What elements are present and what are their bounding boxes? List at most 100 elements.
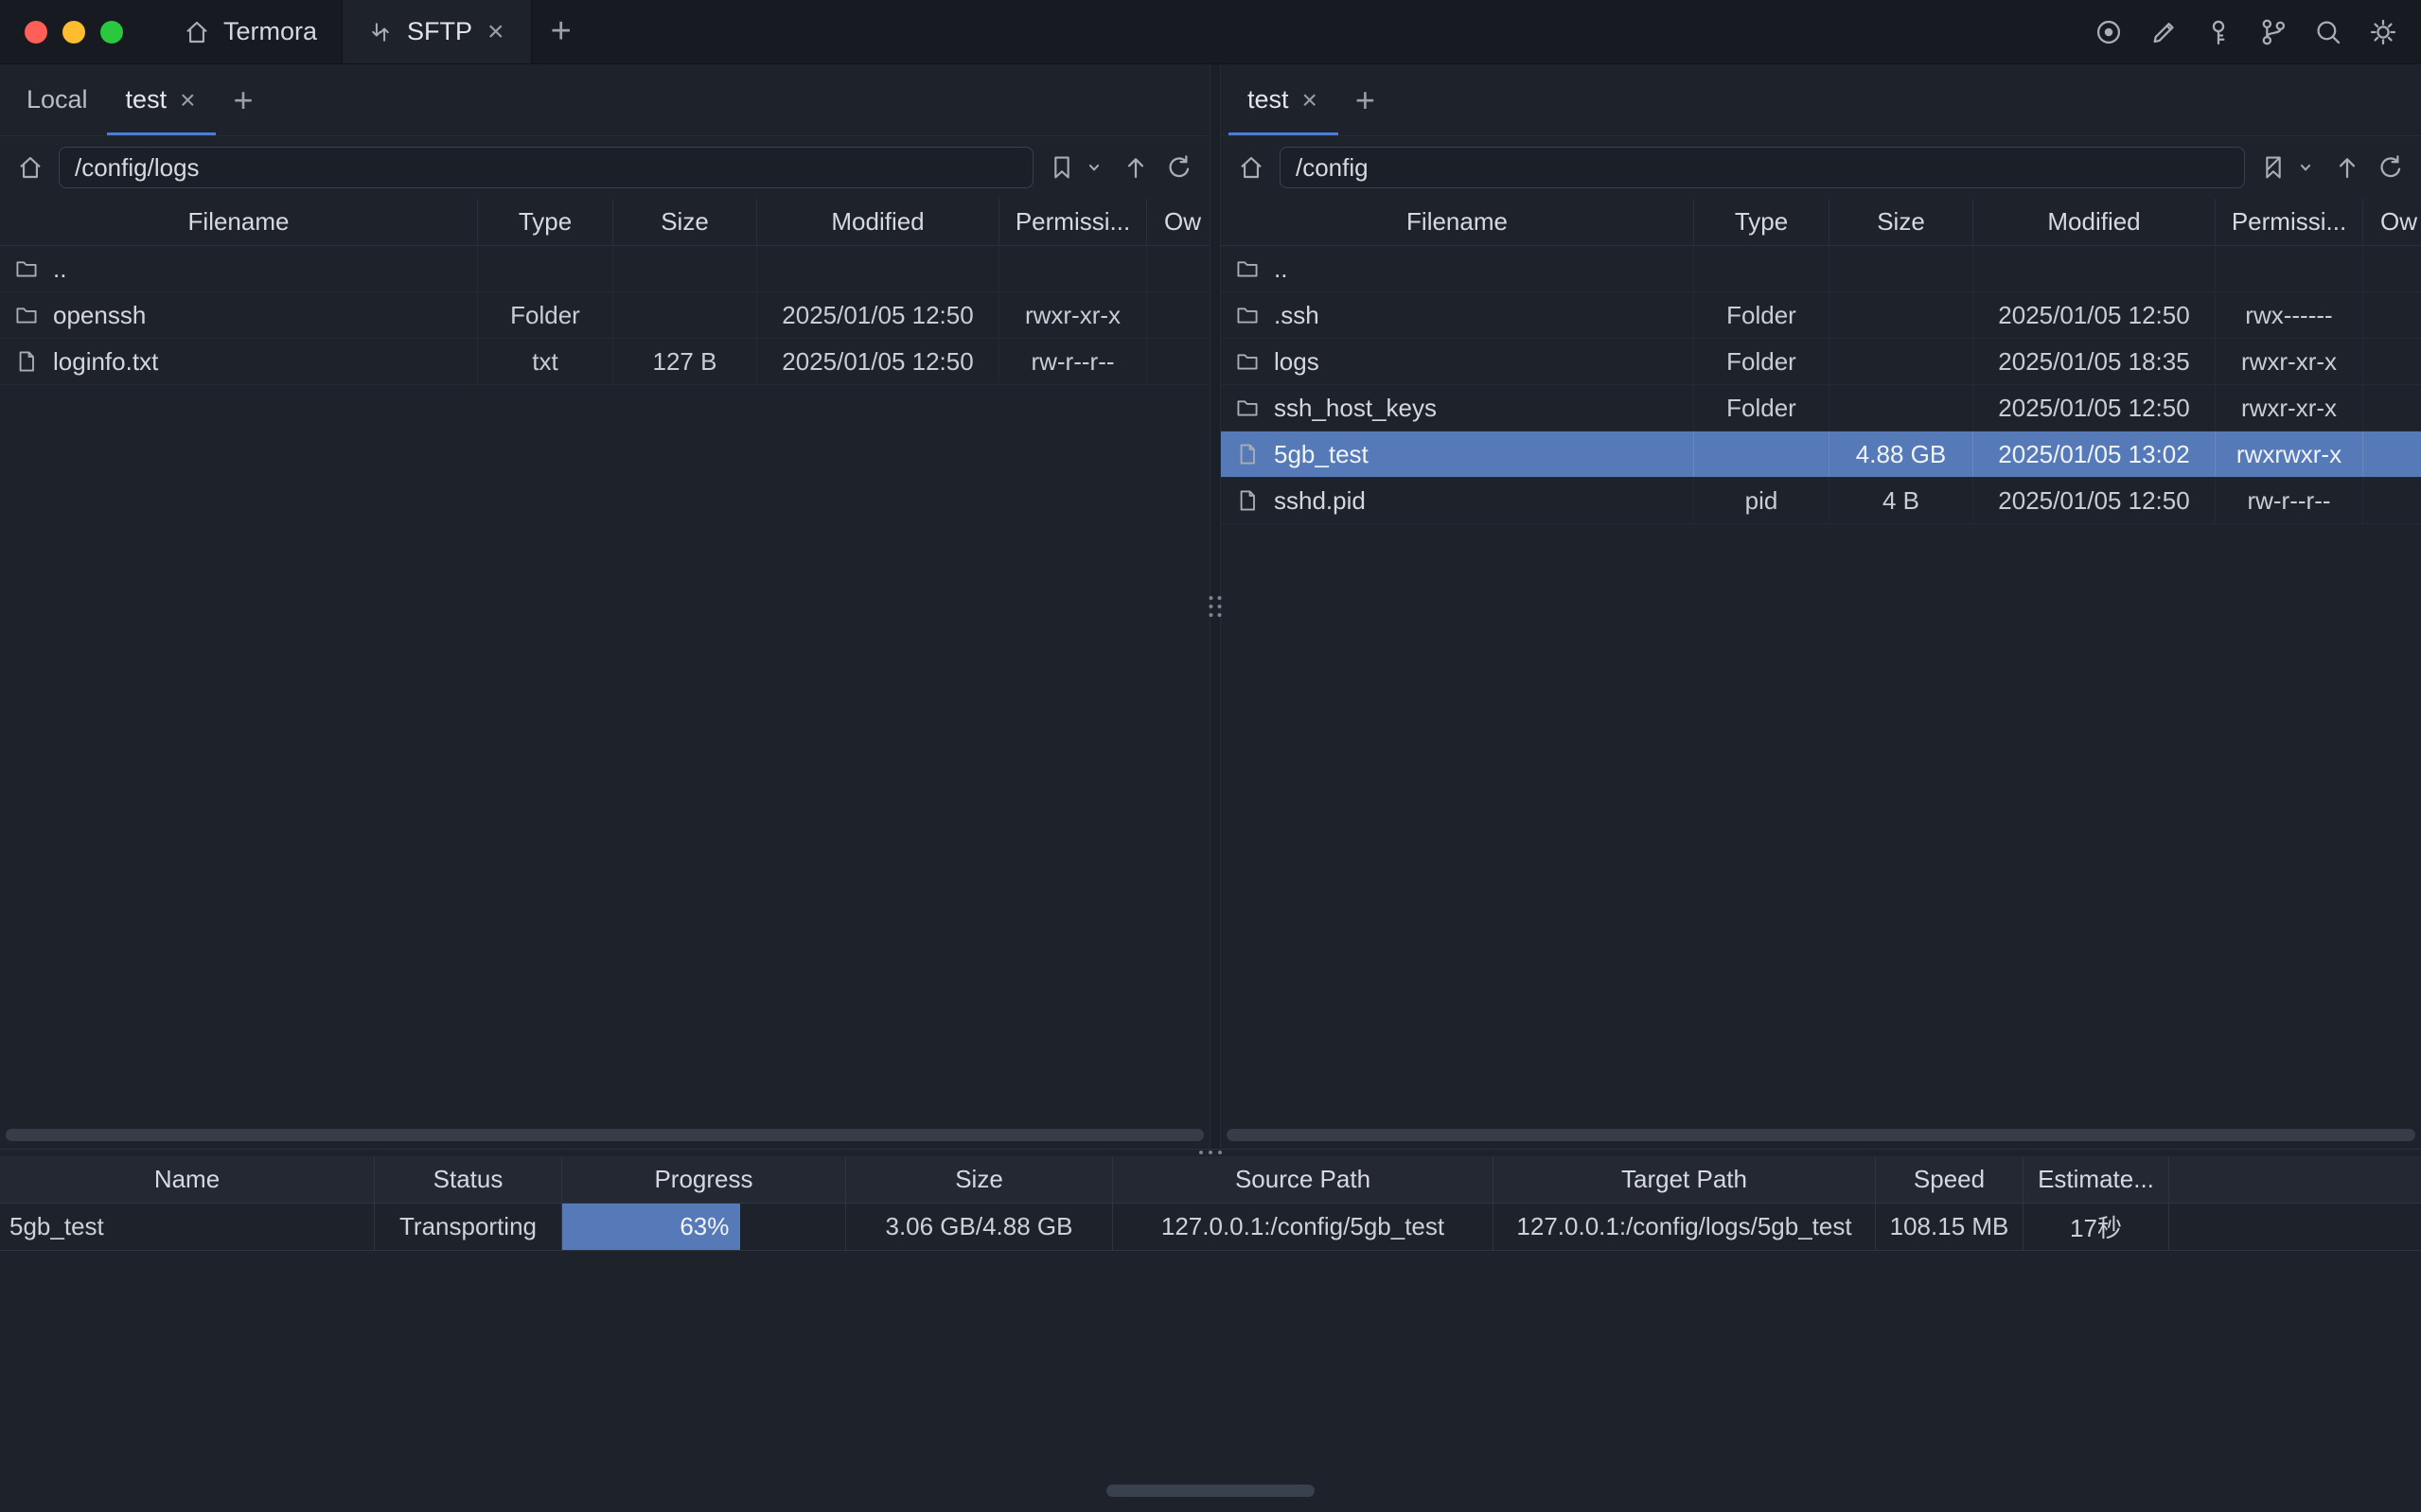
transfer-source-cell: 127.0.0.1:/config/5gb_test [1113, 1204, 1493, 1250]
owner-cell [2363, 246, 2421, 291]
file-row[interactable]: loginfo.txttxt127 B2025/01/05 12:50rw-r-… [0, 339, 1210, 385]
file-row[interactable]: logsFolder2025/01/05 18:35rwxr-xr-x [1221, 339, 2421, 385]
transfer-arrows-icon [367, 19, 394, 45]
column-header-modified[interactable]: Modified [1973, 199, 2216, 245]
filename-cell: .ssh [1221, 292, 1694, 338]
size-cell [1829, 246, 1973, 291]
filename-cell: openssh [0, 292, 478, 338]
record-icon[interactable] [2094, 17, 2124, 47]
column-header-target-path[interactable]: Target Path [1493, 1156, 1876, 1203]
gear-icon[interactable] [2368, 17, 2398, 47]
left-path-input[interactable]: /config/logs [59, 147, 1034, 188]
file-row[interactable]: .. [0, 246, 1210, 292]
column-header-source-path[interactable]: Source Path [1113, 1156, 1493, 1203]
column-header-status[interactable]: Status [375, 1156, 562, 1203]
home-icon[interactable] [1236, 152, 1266, 183]
owner-cell [1147, 292, 1210, 338]
column-header-estimate[interactable]: Estimate... [2023, 1156, 2169, 1203]
bookmark-icon[interactable] [1047, 152, 1077, 183]
right-file-list[interactable]: ...sshFolder2025/01/05 12:50rwx------log… [1221, 246, 2421, 1149]
right-horizontal-scrollbar[interactable] [1227, 1129, 2415, 1141]
column-header-speed[interactable]: Speed [1876, 1156, 2023, 1203]
column-header-permissions[interactable]: Permissi... [999, 199, 1147, 245]
zoom-window-button[interactable] [100, 21, 123, 44]
column-header-permissions[interactable]: Permissi... [2216, 199, 2363, 245]
home-icon[interactable] [15, 152, 45, 183]
bookmark-filled-icon[interactable] [2258, 152, 2288, 183]
parent-directory-icon[interactable] [2332, 152, 2362, 183]
close-icon[interactable]: × [178, 87, 197, 114]
sftp-dual-pane: Local test × + /config/logs [0, 64, 2421, 1149]
right-path-input[interactable]: /config [1280, 147, 2245, 188]
type-cell: txt [478, 339, 613, 384]
git-branch-icon[interactable] [2258, 17, 2288, 47]
close-tab-icon[interactable]: × [486, 18, 506, 46]
key-icon[interactable] [2203, 17, 2234, 47]
transfer-row[interactable]: 5gb_testTransporting63%3.06 GB/4.88 GB12… [0, 1204, 2421, 1251]
left-path-bar: /config/logs [0, 136, 1210, 199]
modified-cell: 2025/01/05 13:02 [1973, 431, 2216, 477]
transfer-progress-cell: 63% [562, 1204, 846, 1250]
transfer-name-cell: 5gb_test [0, 1204, 375, 1250]
permissions-cell [999, 246, 1147, 291]
size-cell: 127 B [613, 339, 757, 384]
column-header-size[interactable]: Size [613, 199, 757, 245]
transfer-size-cell: 3.06 GB/4.88 GB [846, 1204, 1113, 1250]
file-row[interactable]: opensshFolder2025/01/05 12:50rwxr-xr-x [0, 292, 1210, 339]
new-tab-button[interactable]: + [532, 0, 591, 63]
vertical-splitter[interactable] [1210, 64, 1221, 1149]
file-row[interactable]: 5gb_test4.88 GB2025/01/05 13:02rwxrwxr-x [1221, 431, 2421, 478]
column-header-size[interactable]: Size [846, 1156, 1113, 1203]
horizontal-splitter[interactable] [0, 1149, 2421, 1156]
minimize-window-button[interactable] [62, 21, 85, 44]
transfer-panel: Name Status Progress Size Source Path Ta… [0, 1156, 2421, 1504]
refresh-icon[interactable] [1164, 152, 1194, 183]
right-path-bar: /config [1221, 136, 2421, 199]
add-pane-tab-button[interactable]: + [1338, 64, 1392, 135]
column-header-type[interactable]: Type [478, 199, 613, 245]
size-cell: 4.88 GB [1829, 431, 1973, 477]
folder-icon [1234, 255, 1261, 282]
titlebar: Termora SFTP × + [0, 0, 2421, 64]
chevron-down-icon[interactable] [2292, 154, 2319, 181]
tab-termora[interactable]: Termora [157, 0, 342, 63]
column-header-type[interactable]: Type [1694, 199, 1829, 245]
file-icon [1234, 441, 1261, 467]
file-row[interactable]: .sshFolder2025/01/05 12:50rwx------ [1221, 292, 2421, 339]
titlebar-actions [2094, 0, 2421, 63]
close-window-button[interactable] [25, 21, 47, 44]
tab-sftp[interactable]: SFTP × [342, 0, 532, 63]
file-row[interactable]: ssh_host_keysFolder2025/01/05 12:50rwxr-… [1221, 385, 2421, 431]
column-header-size[interactable]: Size [1829, 199, 1973, 245]
tab-local-label: Local [27, 85, 88, 114]
type-cell: Folder [1694, 385, 1829, 431]
refresh-icon[interactable] [2376, 152, 2406, 183]
transfer-horizontal-scrollbar[interactable] [1106, 1485, 1315, 1497]
column-header-filename[interactable]: Filename [1221, 199, 1694, 245]
column-header-modified[interactable]: Modified [757, 199, 999, 245]
left-file-list[interactable]: ..opensshFolder2025/01/05 12:50rwxr-xr-x… [0, 246, 1210, 1149]
folder-icon [1234, 348, 1261, 375]
tab-local[interactable]: Local [8, 64, 107, 135]
column-header-owner[interactable]: Ow [1147, 199, 1210, 245]
file-row[interactable]: sshd.pidpid4 B2025/01/05 12:50rw-r--r-- [1221, 478, 2421, 524]
column-header-filename[interactable]: Filename [0, 199, 478, 245]
parent-directory-icon[interactable] [1121, 152, 1151, 183]
left-horizontal-scrollbar[interactable] [6, 1129, 1204, 1141]
edit-icon[interactable] [2148, 17, 2179, 47]
chevron-down-icon[interactable] [1081, 154, 1107, 181]
size-cell [613, 292, 757, 338]
file-icon [13, 348, 40, 375]
tab-test-right[interactable]: test × [1228, 64, 1338, 135]
search-icon[interactable] [2313, 17, 2343, 47]
column-header-name[interactable]: Name [0, 1156, 375, 1203]
tab-test-left[interactable]: test × [107, 64, 217, 135]
tab-test-label: test [1247, 85, 1289, 114]
column-header-progress[interactable]: Progress [562, 1156, 846, 1203]
type-cell [1694, 246, 1829, 291]
column-header-owner[interactable]: Ow [2363, 199, 2421, 245]
close-icon[interactable]: × [1300, 87, 1319, 114]
file-row[interactable]: .. [1221, 246, 2421, 292]
window-controls [0, 0, 133, 63]
add-pane-tab-button[interactable]: + [216, 64, 270, 135]
